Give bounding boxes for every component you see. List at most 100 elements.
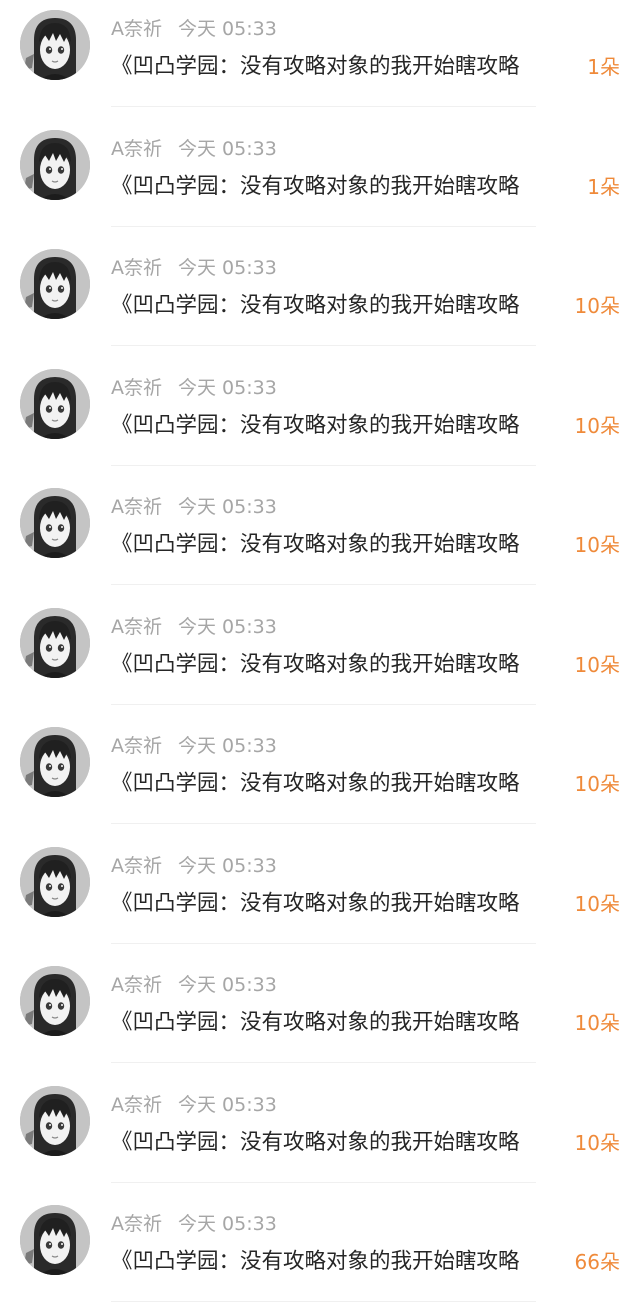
message-meta: A奈祈 今天 05:33 [111, 495, 277, 519]
timestamp: 今天 05:33 [178, 854, 277, 877]
avatar-icon [20, 1085, 90, 1156]
author-name[interactable]: A奈祈 [111, 257, 162, 279]
message-text[interactable]: 《凹凸学园：没有攻略对象的我开始瞎攻略 [111, 650, 571, 680]
flower-count: 10朵 [574, 1130, 620, 1155]
message-text[interactable]: 《凹凸学园：没有攻略对象的我开始瞎攻略 [111, 1128, 571, 1158]
list-item[interactable]: A奈祈 今天 05:33 《凹凸学园：没有攻略对象的我开始瞎攻略 10朵 [0, 359, 640, 479]
avatar-icon [20, 249, 90, 319]
avatar-icon [20, 607, 90, 678]
list-item[interactable]: A奈祈 今天 05:33 《凹凸学园：没有攻略对象的我开始瞎攻略 10朵 [0, 956, 640, 1076]
message-text[interactable]: 《凹凸学园：没有攻略对象的我开始瞎攻略 [111, 291, 571, 321]
avatar[interactable] [20, 607, 90, 678]
message-meta: A奈祈 今天 05:33 [111, 256, 277, 280]
author-name[interactable]: A奈祈 [111, 496, 162, 518]
message-text[interactable]: 《凹凸学园：没有攻略对象的我开始瞎攻略 [111, 530, 571, 560]
flower-count: 10朵 [574, 294, 620, 318]
message-text[interactable]: 《凹凸学园：没有攻略对象的我开始瞎攻略 [111, 1008, 571, 1038]
avatar[interactable] [20, 10, 90, 80]
list-item[interactable]: A奈祈 今天 05:33 《凹凸学园：没有攻略对象的我开始瞎攻略 66朵 [0, 1195, 640, 1315]
message-meta: A奈祈 今天 05:33 [111, 137, 277, 161]
message-meta: A奈祈 今天 05:33 [111, 376, 277, 400]
message-text[interactable]: 《凹凸学园：没有攻略对象的我开始瞎攻略 [111, 1247, 571, 1277]
message-text[interactable]: 《凹凸学园：没有攻略对象的我开始瞎攻略 [111, 889, 571, 919]
avatar[interactable] [20, 129, 90, 200]
flower-count: 66朵 [574, 1250, 620, 1274]
timestamp: 今天 05:33 [178, 137, 277, 160]
list-item[interactable]: A奈祈 今天 05:33 《凹凸学园：没有攻略对象的我开始瞎攻略 10朵 [0, 1076, 640, 1196]
avatar-icon [20, 727, 90, 797]
flower-count: 10朵 [574, 1011, 620, 1035]
timestamp: 今天 05:33 [178, 615, 277, 638]
flower-count: 10朵 [574, 772, 620, 796]
author-name[interactable]: A奈祈 [111, 138, 162, 160]
avatar[interactable] [20, 966, 90, 1036]
flower-count: 1朵 [587, 174, 620, 199]
author-name[interactable]: A奈祈 [111, 616, 162, 638]
avatar-icon [20, 1205, 90, 1275]
avatar-icon [20, 368, 90, 439]
divider [111, 703, 536, 705]
timestamp: 今天 05:33 [178, 735, 277, 757]
divider [111, 1301, 536, 1302]
avatar-icon [20, 10, 90, 80]
flower-count: 10朵 [574, 413, 620, 438]
avatar[interactable] [20, 368, 90, 439]
gift-message-list: A奈祈 今天 05:33 《凹凸学园：没有攻略对象的我开始瞎攻略 1朵 A奈祈 今天… [0, 0, 640, 1302]
divider [111, 584, 536, 585]
divider [111, 1181, 536, 1183]
message-meta: A奈祈 今天 05:33 [111, 854, 277, 878]
divider [111, 464, 536, 466]
timestamp: 今天 05:33 [178, 1093, 277, 1116]
list-item[interactable]: A奈祈 今天 05:33 《凹凸学园：没有攻略对象的我开始瞎攻略 1朵 [0, 0, 640, 120]
message-text[interactable]: 《凹凸学园：没有攻略对象的我开始瞎攻略 [111, 172, 571, 202]
list-item[interactable]: A奈祈 今天 05:33 《凹凸学园：没有攻略对象的我开始瞎攻略 10朵 [0, 717, 640, 837]
divider [111, 823, 536, 824]
message-text[interactable]: 《凹凸学园：没有攻略对象的我开始瞎攻略 [111, 52, 571, 82]
list-item[interactable]: A奈祈 今天 05:33 《凹凸学园：没有攻略对象的我开始瞎攻略 10朵 [0, 598, 640, 718]
message-meta: A奈祈 今天 05:33 [111, 17, 277, 41]
author-name[interactable]: A奈祈 [111, 377, 162, 399]
divider [111, 225, 536, 227]
timestamp: 今天 05:33 [178, 257, 277, 279]
avatar[interactable] [20, 488, 90, 558]
author-name[interactable]: A奈祈 [111, 1213, 162, 1235]
author-name[interactable]: A奈祈 [111, 18, 162, 40]
avatar[interactable] [20, 846, 90, 917]
divider [111, 106, 536, 107]
list-item[interactable]: A奈祈 今天 05:33 《凹凸学园：没有攻略对象的我开始瞎攻略 1朵 [0, 120, 640, 240]
timestamp: 今天 05:33 [178, 496, 277, 518]
avatar[interactable] [20, 1085, 90, 1156]
timestamp: 今天 05:33 [178, 376, 277, 399]
avatar-icon [20, 966, 90, 1036]
avatar[interactable] [20, 727, 90, 797]
message-meta: A奈祈 今天 05:33 [111, 1093, 277, 1117]
flower-count: 10朵 [574, 652, 620, 677]
avatar-icon [20, 488, 90, 558]
list-item[interactable]: A奈祈 今天 05:33 《凹凸学园：没有攻略对象的我开始瞎攻略 10朵 [0, 239, 640, 359]
author-name[interactable]: A奈祈 [111, 855, 162, 877]
flower-count: 10朵 [574, 533, 620, 557]
message-meta: A奈祈 今天 05:33 [111, 615, 277, 639]
list-item[interactable]: A奈祈 今天 05:33 《凹凸学园：没有攻略对象的我开始瞎攻略 10朵 [0, 478, 640, 598]
message-meta: A奈祈 今天 05:33 [111, 973, 277, 997]
message-meta: A奈祈 今天 05:33 [111, 1212, 277, 1236]
message-text[interactable]: 《凹凸学园：没有攻略对象的我开始瞎攻略 [111, 411, 571, 441]
flower-count: 10朵 [574, 891, 620, 916]
author-name[interactable]: A奈祈 [111, 735, 162, 757]
message-meta: A奈祈 今天 05:33 [111, 734, 277, 758]
avatar[interactable] [20, 249, 90, 319]
avatar-icon [20, 129, 90, 200]
avatar-icon [20, 846, 90, 917]
message-text[interactable]: 《凹凸学园：没有攻略对象的我开始瞎攻略 [111, 769, 571, 799]
flower-count: 1朵 [587, 55, 620, 79]
divider [111, 942, 536, 944]
author-name[interactable]: A奈祈 [111, 1094, 162, 1116]
divider [111, 345, 536, 346]
timestamp: 今天 05:33 [178, 18, 277, 40]
timestamp: 今天 05:33 [178, 1213, 277, 1235]
divider [111, 1062, 536, 1063]
avatar[interactable] [20, 1205, 90, 1275]
list-item[interactable]: A奈祈 今天 05:33 《凹凸学园：没有攻略对象的我开始瞎攻略 10朵 [0, 837, 640, 957]
author-name[interactable]: A奈祈 [111, 974, 162, 996]
timestamp: 今天 05:33 [178, 974, 277, 996]
